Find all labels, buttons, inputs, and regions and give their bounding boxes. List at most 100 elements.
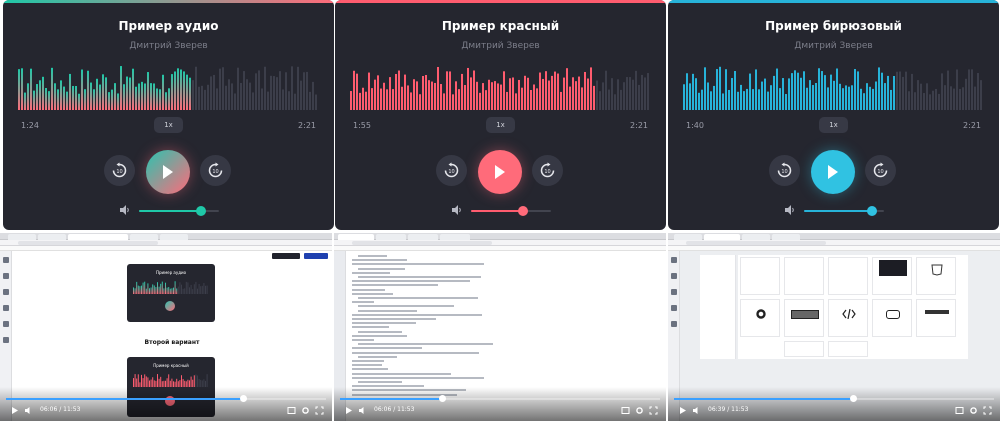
waveform-bar-played — [425, 74, 427, 110]
widget-tile[interactable] — [740, 299, 780, 337]
widget-tile[interactable] — [740, 257, 780, 295]
waveform-bar — [935, 88, 937, 110]
widget-tile[interactable] — [872, 299, 912, 337]
volume-icon[interactable] — [784, 204, 796, 216]
widget-tile[interactable] — [828, 299, 868, 337]
waveform-bar-played — [350, 91, 352, 110]
sidebar-icon[interactable] — [3, 273, 9, 279]
waveform-bar-played — [159, 89, 161, 110]
waveform-bar — [190, 284, 192, 294]
card-top-accent — [668, 0, 999, 3]
code-line — [352, 351, 479, 354]
widget-tile[interactable] — [872, 257, 912, 295]
widget-tile[interactable] — [828, 257, 868, 295]
gear-icon[interactable] — [301, 406, 310, 415]
volume-slider[interactable] — [139, 206, 219, 216]
video-progress-knob[interactable] — [850, 395, 858, 402]
sidebar-icon[interactable] — [671, 257, 677, 263]
waveform-bar-played — [881, 72, 883, 110]
url-field[interactable] — [18, 241, 158, 245]
forward-button[interactable]: 10 — [532, 155, 563, 186]
subtitles-icon[interactable] — [621, 406, 630, 415]
video-progress-knob[interactable] — [239, 395, 247, 402]
volume-icon[interactable] — [451, 204, 463, 216]
waveform-bar-played — [192, 379, 194, 387]
rewind-button[interactable]: 10 — [769, 155, 800, 186]
page-top-button-primary[interactable] — [304, 253, 328, 259]
play-icon[interactable] — [344, 406, 353, 415]
forward-button[interactable]: 10 — [200, 155, 231, 186]
waveform-bar-played — [413, 79, 415, 110]
widget-tile[interactable] — [916, 257, 956, 295]
rewind-button[interactable]: 10 — [104, 155, 135, 186]
speed-button[interactable]: 1x — [486, 117, 515, 133]
waveform-bar-played — [139, 286, 141, 294]
waveform-bar-played — [153, 285, 155, 294]
sidebar-icon[interactable] — [671, 273, 677, 279]
waveform-bar-played — [134, 374, 136, 387]
sidebar-icon[interactable] — [3, 305, 9, 311]
gear-icon[interactable] — [969, 406, 978, 415]
volume-icon[interactable] — [358, 406, 367, 415]
sidebar-icon[interactable] — [3, 321, 9, 327]
volume-slider[interactable] — [804, 206, 884, 216]
waveform-bar-played — [169, 288, 171, 294]
subtitles-icon[interactable] — [287, 406, 296, 415]
fullscreen-icon[interactable] — [315, 406, 324, 415]
widget-tile[interactable] — [784, 341, 824, 357]
widget-tile[interactable] — [916, 299, 956, 337]
video-progress[interactable] — [6, 395, 326, 402]
widget-tile[interactable] — [828, 341, 868, 357]
volume-knob[interactable] — [195, 206, 206, 216]
waveform[interactable] — [683, 64, 983, 110]
url-field[interactable] — [686, 241, 826, 245]
widget-tile[interactable] — [784, 257, 824, 295]
volume-icon[interactable] — [692, 406, 701, 415]
gear-icon[interactable] — [635, 406, 644, 415]
subtitles-icon[interactable] — [955, 406, 964, 415]
url-field[interactable] — [352, 241, 492, 245]
sidebar-icon[interactable] — [671, 305, 677, 311]
waveform-bar — [198, 283, 200, 294]
play-button[interactable] — [478, 150, 522, 194]
video-progress-knob[interactable] — [439, 395, 447, 402]
volume-icon[interactable] — [119, 204, 131, 216]
play-button[interactable] — [811, 150, 855, 194]
waveform-bar — [204, 89, 206, 110]
waveform-bar — [315, 94, 317, 110]
waveform-bar-played — [428, 80, 430, 110]
volume-knob[interactable] — [518, 206, 528, 216]
rewind-button[interactable]: 10 — [436, 155, 467, 186]
fullscreen-icon[interactable] — [649, 406, 658, 415]
play-icon[interactable] — [10, 406, 19, 415]
speed-button[interactable]: 1x — [154, 117, 183, 133]
sidebar-icon[interactable] — [3, 289, 9, 295]
waveform[interactable] — [18, 64, 318, 110]
waveform-bar-played — [875, 81, 877, 110]
volume-slider[interactable] — [471, 206, 551, 216]
code-line — [352, 288, 386, 291]
waveform-bar-played — [179, 380, 181, 387]
waveform[interactable] — [350, 64, 650, 110]
sidebar-icon[interactable] — [3, 337, 9, 343]
speed-button[interactable]: 1x — [819, 117, 848, 133]
waveform-bar-played — [869, 86, 871, 110]
fullscreen-icon[interactable] — [983, 406, 992, 415]
waveform-bar-played — [117, 93, 119, 110]
play-button[interactable] — [146, 150, 190, 194]
sidebar-icon[interactable] — [3, 257, 9, 263]
sidebar-icon[interactable] — [671, 289, 677, 295]
waveform-bar-played — [60, 80, 62, 110]
page-top-button[interactable] — [272, 253, 300, 259]
volume-knob[interactable] — [867, 206, 877, 216]
volume-icon[interactable] — [24, 406, 33, 415]
video-progress[interactable] — [340, 395, 660, 402]
waveform-bar-played — [434, 82, 436, 110]
widget-tile[interactable] — [784, 299, 824, 337]
sidebar-icon[interactable] — [671, 321, 677, 327]
waveform-bar-played — [569, 86, 571, 110]
play-icon[interactable] — [678, 406, 687, 415]
forward-button[interactable]: 10 — [865, 155, 896, 186]
waveform-bar-played — [893, 75, 895, 110]
video-progress[interactable] — [674, 395, 994, 402]
